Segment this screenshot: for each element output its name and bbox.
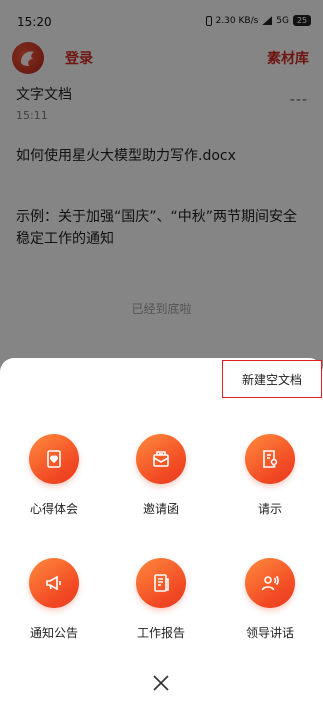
template-label: 通知公告 [29, 626, 78, 640]
template-request[interactable]: 请示 [220, 434, 320, 517]
template-label: 心得体会 [29, 502, 78, 516]
new-document-sheet: 新建空文档 心得体会 邀请函 请示 通知公告 工作报告 领导讲话 [0, 358, 323, 720]
template-label: 请示 [257, 502, 282, 516]
megaphone-icon [29, 558, 79, 608]
new-blank-document-button[interactable]: 新建空文档 [222, 360, 322, 398]
template-label: 工作报告 [136, 626, 185, 640]
close-icon[interactable] [150, 672, 172, 694]
template-label: 领导讲话 [245, 626, 294, 640]
template-work-report[interactable]: 工作报告 [111, 558, 211, 641]
speaker-person-icon [245, 558, 295, 608]
invitation-envelope-icon [136, 434, 186, 484]
heart-document-icon [29, 434, 79, 484]
template-invitation[interactable]: 邀请函 [111, 434, 211, 517]
template-heart-experience[interactable]: 心得体会 [4, 434, 104, 517]
template-notice[interactable]: 通知公告 [4, 558, 104, 641]
report-document-icon [136, 558, 186, 608]
request-document-icon [245, 434, 295, 484]
template-leader-speech[interactable]: 领导讲话 [220, 558, 320, 641]
template-label: 邀请函 [142, 502, 179, 516]
